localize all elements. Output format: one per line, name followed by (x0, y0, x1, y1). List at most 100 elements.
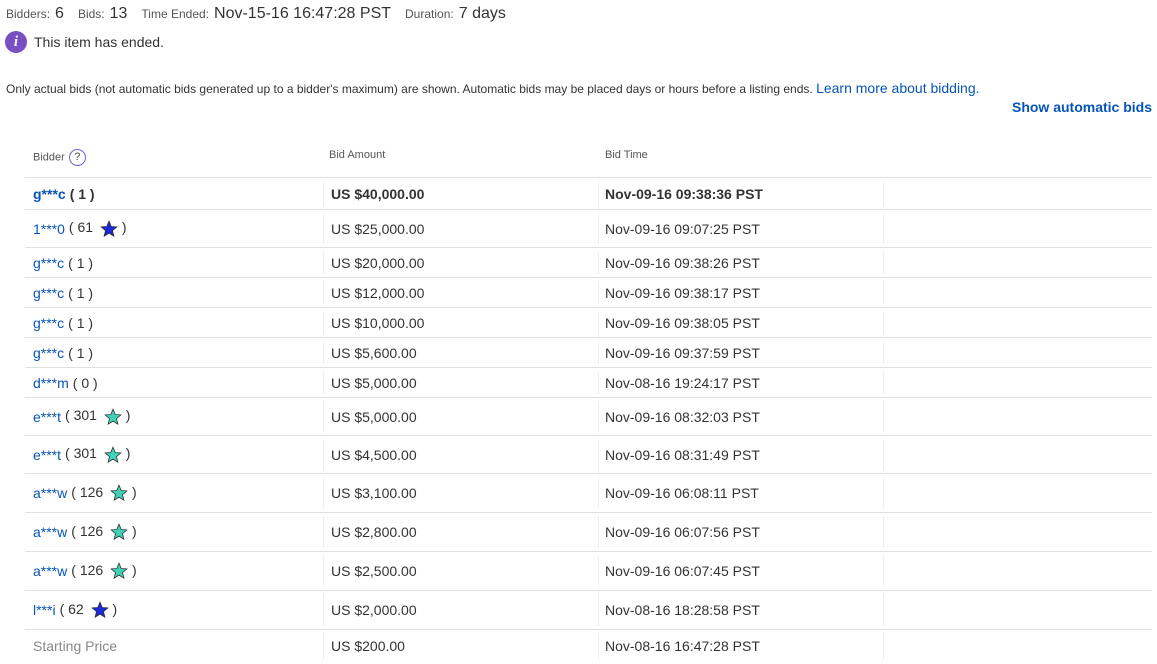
bidder-cell: g***c( 1 ) (33, 178, 95, 209)
bid-time: Nov-09-16 09:37:59 PST (605, 344, 760, 361)
table-row: g***c( 1 ) US $40,000.00 Nov-09-16 09:38:3… (25, 178, 1152, 210)
feedback-score: ( 1 ) (69, 185, 95, 202)
bid-time: Nov-09-16 08:31:49 PST (605, 446, 760, 463)
bidders-count: 6 (55, 5, 64, 22)
bid-time: Nov-09-16 09:38:26 PST (605, 254, 760, 271)
table-header: Bidder? Bid Amount Bid Time (25, 137, 1152, 178)
bid-time: Nov-09-16 06:08:11 PST (605, 485, 759, 501)
feedback-value: 0 (81, 374, 90, 391)
feedback-value: 126 (79, 483, 104, 500)
learn-more-link[interactable]: Learn more about bidding. (816, 80, 979, 96)
table-row: a***w( 126 ) US $2,800.00 Nov-09-16 06:07:… (25, 513, 1152, 552)
bidder-link[interactable]: g***c (33, 255, 64, 271)
feedback-score: ( 126 ) (71, 483, 137, 502)
feedback-value: 126 (79, 522, 104, 539)
feedback-value: 126 (79, 561, 104, 578)
starting-price-time: Nov-08-16 16:47:28 PST (605, 638, 760, 654)
bidder-link[interactable]: a***w (33, 524, 67, 540)
bid-time: Nov-08-16 19:24:17 PST (605, 374, 760, 391)
feedback-score: ( 1 ) (68, 254, 94, 271)
bidder-link[interactable]: e***t (33, 447, 61, 463)
bidder-link[interactable]: a***w (33, 485, 67, 501)
feedback-score: ( 1 ) (68, 314, 94, 331)
feedback-score: ( 301 ) (65, 445, 130, 463)
bid-amount: US $20,000.00 (331, 254, 425, 271)
bidder-cell: g***c( 1 ) (33, 308, 93, 337)
bidders-label: Bidders: (6, 7, 51, 21)
bidding-note: Only actual bids (not automatic bids gen… (6, 80, 980, 96)
table-row: 1***0( 61 ) US $25,000.00 Nov-09-16 09:07:… (25, 210, 1152, 248)
bidder-cell: a***w( 126 ) (33, 513, 137, 551)
time-ended-label: Time Ended: (141, 7, 210, 21)
bid-amount: US $2,500.00 (331, 563, 417, 579)
bid-amount: US $2,800.00 (331, 524, 417, 540)
bidder-cell: e***t( 301 ) (33, 398, 130, 435)
bids-count: 13 (109, 5, 128, 22)
feedback-value: 62 (68, 600, 84, 617)
feedback-score: ( 61 ) (69, 219, 127, 237)
table-row: a***w( 126 ) US $2,500.00 Nov-09-16 06:07:… (25, 552, 1152, 591)
turquoise-star-icon (110, 484, 128, 502)
bid-amount: US $10,000.00 (331, 314, 425, 331)
bid-amount-header: Bid Amount (329, 149, 386, 161)
starting-price-row: Starting Price US $200.00 Nov-08-16 16:47:… (25, 630, 1152, 662)
bidder-link[interactable]: g***c (33, 285, 64, 301)
bidder-link[interactable]: e***t (33, 409, 61, 425)
feedback-score: ( 62 ) (60, 600, 117, 619)
feedback-score: ( 126 ) (71, 522, 137, 541)
table-row: e***t( 301 ) US $5,000.00 Nov-09-16 08:32:… (25, 398, 1152, 436)
turquoise-star-icon (104, 407, 122, 425)
bidder-cell: 1***0( 61 ) (33, 210, 127, 247)
bidder-header-label: Bidder (33, 151, 65, 164)
bidding-note-text: Only actual bids (not automatic bids gen… (6, 82, 813, 96)
table-row: l***i( 62 ) US $2,000.00 Nov-08-16 18:28:5… (25, 591, 1152, 630)
bidder-header: Bidder? (33, 149, 86, 166)
bid-time: Nov-09-16 08:32:03 PST (605, 408, 760, 425)
feedback-score: ( 1 ) (68, 284, 94, 301)
bidder-cell: d***m( 0 ) (33, 368, 98, 397)
bidder-link[interactable]: l***i (33, 602, 56, 618)
bid-amount: US $2,000.00 (331, 602, 417, 618)
turquoise-star-icon (110, 523, 128, 541)
blue-star-icon (90, 601, 109, 619)
bid-history-table: Bidder? Bid Amount Bid Time g***c( 1 ) US… (25, 137, 1152, 662)
duration-value: 7 days (458, 5, 506, 22)
bidder-link[interactable]: g***c (33, 186, 66, 202)
bidder-cell: g***c( 1 ) (33, 338, 93, 367)
bidder-link[interactable]: a***w (33, 563, 67, 579)
bid-rows: g***c( 1 ) US $40,000.00 Nov-09-16 09:38:3… (25, 178, 1152, 662)
bidder-cell: a***w( 126 ) (33, 474, 137, 512)
feedback-value: 301 (73, 407, 97, 424)
time-ended-value: Nov-15-16 16:47:28 PST (214, 5, 392, 22)
feedback-score: ( 1 ) (68, 344, 94, 361)
bidder-cell: l***i( 62 ) (33, 591, 117, 629)
duration-label: Duration: (405, 7, 454, 21)
question-icon[interactable]: ? (68, 149, 86, 166)
bidder-cell: g***c( 1 ) (33, 248, 93, 277)
starting-price-label: Starting Price (33, 638, 118, 654)
bidder-link[interactable]: g***c (33, 345, 64, 361)
feedback-value: 301 (73, 445, 97, 462)
table-row: g***c( 1 ) US $5,600.00 Nov-09-16 09:37:59… (25, 338, 1152, 368)
bidder-cell: g***c( 1 ) (33, 278, 93, 307)
bidder-link[interactable]: g***c (33, 315, 64, 331)
bid-amount: US $5,000.00 (331, 374, 417, 391)
auction-summary: Bidders: 6 Bids: 13 Time Ended: Nov-15-1… (6, 5, 520, 25)
bid-amount: US $12,000.00 (331, 284, 425, 301)
bidder-cell: a***w( 126 ) (33, 552, 137, 590)
table-row: a***w( 126 ) US $3,100.00 Nov-09-16 06:08:… (25, 474, 1152, 513)
bidder-link[interactable]: 1***0 (33, 221, 65, 237)
feedback-value: 1 (78, 185, 87, 202)
feedback-value: 61 (77, 219, 94, 236)
bid-amount: US $25,000.00 (331, 220, 425, 237)
feedback-value: 1 (76, 254, 85, 271)
table-row: g***c( 1 ) US $10,000.00 Nov-09-16 09:38:0… (25, 308, 1152, 338)
starting-price-amount: US $200.00 (331, 638, 405, 654)
table-row: d***m( 0 ) US $5,000.00 Nov-08-16 19:24:17… (25, 368, 1152, 398)
show-automatic-bids-link[interactable]: Show automatic bids (1012, 99, 1152, 115)
bid-time: Nov-09-16 09:07:25 PST (605, 220, 760, 237)
feedback-score: ( 126 ) (71, 561, 137, 580)
bidder-link[interactable]: d***m (33, 375, 69, 391)
bid-time: Nov-09-16 09:38:17 PST (605, 284, 760, 301)
table-row: g***c( 1 ) US $20,000.00 Nov-09-16 09:38:2… (25, 248, 1152, 278)
